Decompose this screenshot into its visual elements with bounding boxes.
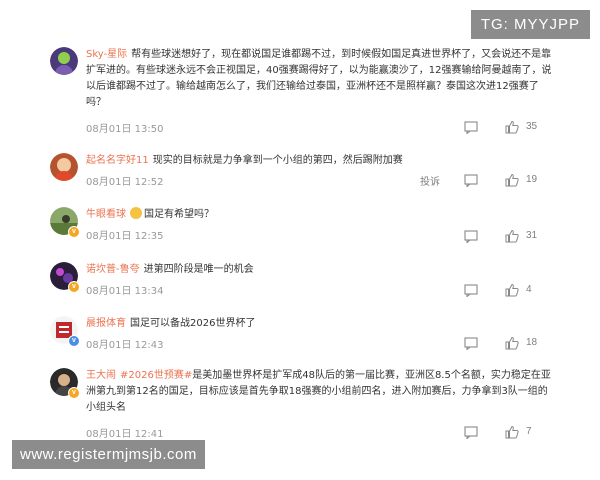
verified-badge-icon: v bbox=[68, 387, 80, 399]
like-count: 7 bbox=[526, 426, 532, 437]
like-icon[interactable] bbox=[505, 173, 519, 187]
like-icon[interactable] bbox=[505, 229, 519, 243]
comment-text: 王大闹 #2026世预赛#是美加墨世界杯是扩军成48队后的第一届比赛，亚洲区8.5… bbox=[86, 370, 551, 413]
report-button[interactable]: 投诉 bbox=[420, 173, 440, 188]
verified-badge-icon: v bbox=[68, 281, 80, 293]
comment-text: 诺坎普-鲁夸 进第四阶段是唯一的机会 bbox=[86, 264, 254, 275]
like-count: 18 bbox=[526, 337, 538, 348]
comment-username[interactable]: 晨报体育 bbox=[86, 318, 126, 329]
reply-icon[interactable] bbox=[464, 337, 478, 350]
comment-username[interactable]: 起名名字好11 bbox=[86, 155, 149, 166]
like-count: 31 bbox=[526, 230, 538, 241]
like-icon[interactable] bbox=[505, 120, 519, 134]
like-icon[interactable] bbox=[505, 283, 519, 297]
like-count: 19 bbox=[526, 174, 538, 185]
avatar[interactable] bbox=[50, 153, 78, 181]
comment-text: 牛眼看球 国足有希望吗？ bbox=[86, 207, 214, 220]
comment-actions: 4 bbox=[400, 283, 560, 299]
avatar[interactable] bbox=[50, 47, 78, 75]
comment-text: 起名名字好11 现实的目标就是力争拿到一个小组的第四，然后踢附加赛 bbox=[86, 155, 403, 166]
reply-icon[interactable] bbox=[464, 174, 478, 187]
comment-text: Sky-星际 帮有些球迷想好了，现在都说国足谁都踢不过，到时候假如国足真进世界杯了… bbox=[86, 49, 552, 108]
comment-username[interactable]: 牛眼看球 bbox=[86, 209, 126, 220]
verified-badge-icon: v bbox=[68, 335, 80, 347]
comment-date: 08月01日 12:35 bbox=[86, 231, 164, 242]
comment-actions: 7 bbox=[400, 425, 560, 441]
comment-date: 08月01日 12:41 bbox=[86, 429, 164, 440]
comment-text: 晨报体育 国足可以备战2026世界杯了 bbox=[86, 318, 256, 329]
emoji-icon bbox=[130, 207, 142, 219]
hashtag-link[interactable]: #2026世预赛# bbox=[120, 370, 192, 381]
comment-username[interactable]: Sky-星际 bbox=[86, 49, 127, 60]
like-count: 35 bbox=[526, 121, 538, 132]
comment-date: 08月01日 13:34 bbox=[86, 286, 164, 297]
comment-date: 08月01日 13:50 bbox=[86, 124, 164, 135]
watermark-top: TG: MYYJPP bbox=[470, 10, 590, 39]
watermark-bottom: www.registermjmsjb.com bbox=[12, 440, 205, 469]
like-icon[interactable] bbox=[505, 336, 519, 350]
comment-username[interactable]: 王大闹 bbox=[86, 370, 116, 381]
comment-username[interactable]: 诺坎普-鲁夸 bbox=[86, 264, 140, 275]
reply-icon[interactable] bbox=[464, 284, 478, 297]
comment-date: 08月01日 12:43 bbox=[86, 340, 164, 351]
comment-actions: 18 bbox=[400, 336, 560, 352]
reply-icon[interactable] bbox=[464, 230, 478, 243]
reply-icon[interactable] bbox=[464, 426, 478, 439]
comment-actions: 投诉 19 bbox=[400, 173, 560, 189]
like-count: 4 bbox=[526, 284, 532, 295]
comment-date: 08月01日 12:52 bbox=[86, 177, 164, 188]
verified-badge-icon: v bbox=[68, 226, 80, 238]
like-icon[interactable] bbox=[505, 425, 519, 439]
comment-actions: 31 bbox=[400, 229, 560, 245]
reply-icon[interactable] bbox=[464, 121, 478, 134]
comment-actions: 35 bbox=[400, 120, 560, 136]
